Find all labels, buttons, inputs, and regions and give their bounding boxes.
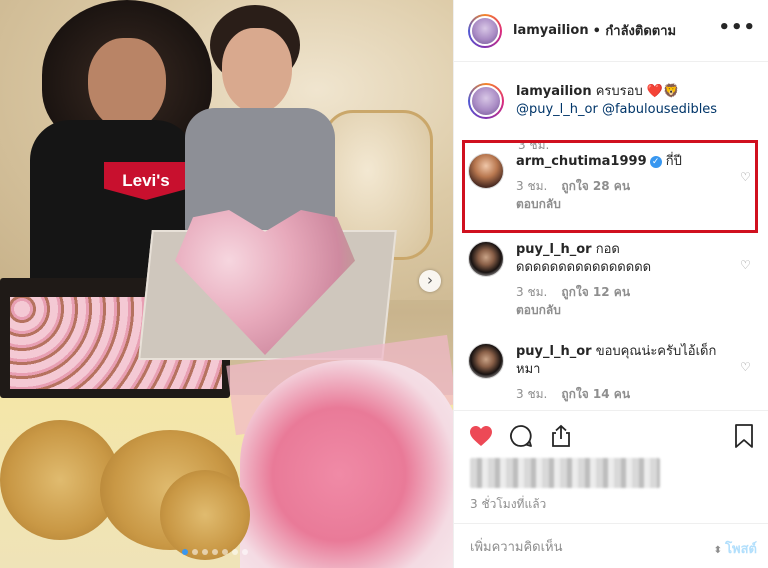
share-upload-icon[interactable] [548,423,574,449]
caption-username[interactable]: lamyailion [516,84,592,99]
caption-emojis: ❤️🦁 [646,84,680,99]
comment-username[interactable]: puy_l_h_or [516,344,592,359]
comment-likes[interactable]: ถูกใจ 12 คน [561,285,630,299]
avatar[interactable] [468,13,502,48]
comment-bubble-icon[interactable] [508,423,534,449]
sort-arrows-icon: ⬍ [713,545,723,556]
comment-item: puy_l_h_or ขอบคุณน่ะครับไอ้เด็กหมา 3 ชม.… [468,343,758,403]
post-header: lamyailion • กำลังติดตาม ••• [454,0,768,62]
comment-time: 3 ชม. [516,285,548,299]
post-comment-button[interactable]: ⬍ โพสต์ [714,538,757,559]
carousel-next-button[interactable]: › [419,270,441,292]
post-time-ago: 3 ชั่วโมงที่แล้ว [470,497,547,511]
post-label: โพสต์ [725,542,757,557]
person-left-face [88,38,166,130]
carousel-dot [182,549,188,555]
post-username[interactable]: lamyailion [513,23,589,38]
avatar[interactable] [468,241,504,277]
post-actions: 3 ชั่วโมงที่แล้ว เพิ่มความคิดเห็น ⬍ โพสต์ [454,410,768,568]
carousel-dot [212,549,218,555]
post-photo[interactable]: Levi's › [0,0,453,568]
caption-text: ครบรอบ [595,84,643,99]
highlight-box [462,140,758,233]
bookmark-icon[interactable] [731,423,757,449]
carousel-dot [242,549,248,555]
more-horizontal-icon[interactable]: ••• [718,17,756,38]
reply-button[interactable]: ตอบกลับ [516,301,736,319]
carousel-dot [222,549,228,555]
heart-filled-icon[interactable] [468,423,494,449]
heart-outline-icon[interactable]: ♡ [740,361,752,373]
comment-item: puy_l_h_or กอด ดดดดดดดดดดดดดดดด 3 ชม. ถูก… [468,241,758,319]
lion-plush [160,470,250,560]
comments-list[interactable]: lamyailion ครบรอบ ❤️🦁 @puy_l_h_or @fabul… [454,63,768,410]
carousel-dots [182,549,248,555]
carousel-dot [192,549,198,555]
caption-mentions[interactable]: @puy_l_h_or @fabulousedibles [516,102,717,117]
follow-status[interactable]: • กำลังติดตาม [593,20,677,41]
avatar[interactable] [468,343,504,379]
carousel-dot [202,549,208,555]
comment-username[interactable]: puy_l_h_or [516,242,592,257]
carousel-dot [232,549,238,555]
comment-time: 3 ชม. [516,387,548,401]
avatar[interactable] [468,83,504,119]
comment-input[interactable]: เพิ่มความคิดเห็น [470,536,563,557]
post-caption: lamyailion ครบรอบ ❤️🦁 @puy_l_h_or @fabul… [468,83,756,119]
heart-outline-icon[interactable]: ♡ [740,259,752,271]
rose-bouquet [240,360,453,568]
add-comment-bar: เพิ่มความคิดเห็น ⬍ โพสต์ [454,523,768,568]
comment-likes[interactable]: ถูกใจ 14 คน [561,387,630,401]
blurred-likes [470,458,660,488]
person-right-face [222,28,292,113]
post-details-panel: lamyailion • กำลังติดตาม ••• lamyailion … [453,0,768,568]
